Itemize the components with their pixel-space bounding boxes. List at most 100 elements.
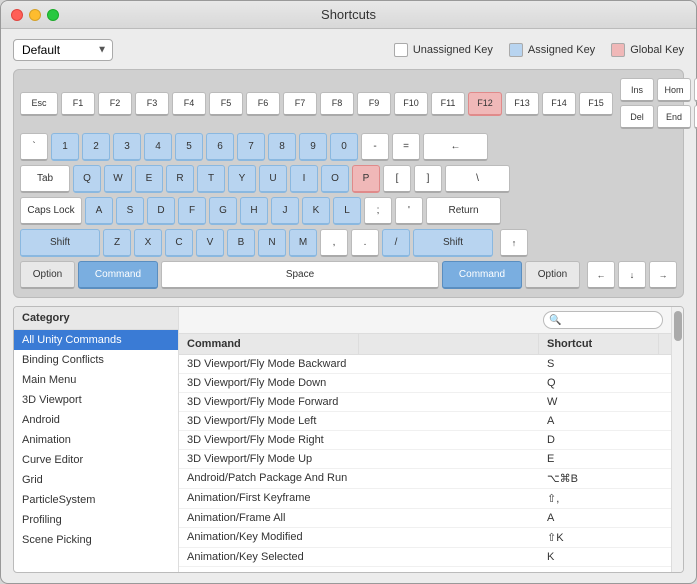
key-n[interactable]: N: [258, 229, 286, 257]
key-i[interactable]: I: [290, 165, 318, 193]
sidebar-item[interactable]: Animation: [14, 430, 178, 450]
key-f8[interactable]: F8: [320, 92, 354, 116]
key-slash[interactable]: /: [382, 229, 410, 257]
maximize-button[interactable]: [47, 9, 59, 21]
key-return[interactable]: Return: [426, 197, 501, 225]
key-loption[interactable]: Option: [20, 261, 75, 289]
table-row[interactable]: 3D Viewport/Fly Mode Right D: [179, 431, 671, 450]
table-row[interactable]: 3D Viewport/Fly Mode Up E: [179, 450, 671, 469]
table-row[interactable]: 3D Viewport/Fly Mode Down Q: [179, 374, 671, 393]
table-row[interactable]: Animation/Frame All A: [179, 509, 671, 528]
key-end[interactable]: End: [657, 105, 691, 129]
key-s[interactable]: S: [116, 197, 144, 225]
key-down[interactable]: ↓: [618, 261, 646, 289]
key-minus[interactable]: -: [361, 133, 389, 161]
key-1[interactable]: 1: [51, 133, 79, 161]
key-r[interactable]: R: [166, 165, 194, 193]
key-9[interactable]: 9: [299, 133, 327, 161]
key-rshift[interactable]: Shift: [413, 229, 493, 257]
key-f2[interactable]: F2: [98, 92, 132, 116]
key-a[interactable]: A: [85, 197, 113, 225]
close-button[interactable]: [11, 9, 23, 21]
key-right[interactable]: →: [649, 261, 677, 289]
key-rbracket[interactable]: ]: [414, 165, 442, 193]
key-x[interactable]: X: [134, 229, 162, 257]
sidebar-item[interactable]: ParticleSystem: [14, 490, 178, 510]
key-rcommand[interactable]: Command: [442, 261, 522, 289]
sidebar-item[interactable]: 3D Viewport: [14, 390, 178, 410]
key-home[interactable]: Hom: [657, 78, 691, 102]
key-f5[interactable]: F5: [209, 92, 243, 116]
key-t[interactable]: T: [197, 165, 225, 193]
sidebar-item[interactable]: Binding Conflicts: [14, 350, 178, 370]
sidebar-item[interactable]: Profiling: [14, 510, 178, 530]
category-sidebar[interactable]: Category All Unity CommandsBinding Confl…: [14, 307, 179, 572]
key-capslock[interactable]: Caps Lock: [20, 197, 82, 225]
key-f3[interactable]: F3: [135, 92, 169, 116]
key-f11[interactable]: F11: [431, 92, 465, 116]
table-row[interactable]: Android/Patch Package And Run ⌥⌘B: [179, 469, 671, 489]
key-f[interactable]: F: [178, 197, 206, 225]
key-g[interactable]: G: [209, 197, 237, 225]
key-space[interactable]: Space: [161, 261, 439, 289]
key-f6[interactable]: F6: [246, 92, 280, 116]
key-backslash[interactable]: \: [445, 165, 510, 193]
sidebar-item[interactable]: Grid: [14, 470, 178, 490]
key-period[interactable]: .: [351, 229, 379, 257]
key-f9[interactable]: F9: [357, 92, 391, 116]
key-3[interactable]: 3: [113, 133, 141, 161]
key-lshift[interactable]: Shift: [20, 229, 100, 257]
key-m[interactable]: M: [289, 229, 317, 257]
key-h[interactable]: H: [240, 197, 268, 225]
key-4[interactable]: 4: [144, 133, 172, 161]
key-backtick[interactable]: `: [20, 133, 48, 161]
key-e[interactable]: E: [135, 165, 163, 193]
minimize-button[interactable]: [29, 9, 41, 21]
key-7[interactable]: 7: [237, 133, 265, 161]
table-row[interactable]: Animation/Key Modified ⇧K: [179, 528, 671, 548]
key-f1[interactable]: F1: [61, 92, 95, 116]
key-c[interactable]: C: [165, 229, 193, 257]
table-row[interactable]: 3D Viewport/Fly Mode Backward S: [179, 355, 671, 374]
profile-dropdown[interactable]: Default Custom 1 Custom 2: [13, 39, 113, 61]
key-ins[interactable]: Ins: [620, 78, 654, 102]
sidebar-item[interactable]: Main Menu: [14, 370, 178, 390]
key-lcommand[interactable]: Command: [78, 261, 158, 289]
key-roption[interactable]: Option: [525, 261, 580, 289]
key-8[interactable]: 8: [268, 133, 296, 161]
key-f12[interactable]: F12: [468, 92, 502, 116]
key-backspace[interactable]: ←: [423, 133, 488, 161]
key-z[interactable]: Z: [103, 229, 131, 257]
key-q[interactable]: Q: [73, 165, 101, 193]
key-l[interactable]: L: [333, 197, 361, 225]
key-equals[interactable]: =: [392, 133, 420, 161]
key-del[interactable]: Del: [620, 105, 654, 129]
scrollbar-thumb[interactable]: [674, 311, 682, 341]
sidebar-item[interactable]: Android: [14, 410, 178, 430]
key-y[interactable]: Y: [228, 165, 256, 193]
key-b[interactable]: B: [227, 229, 255, 257]
key-left[interactable]: ←: [587, 261, 615, 289]
sidebar-item[interactable]: All Unity Commands: [14, 330, 178, 350]
table-row[interactable]: Animation/Key Selected K: [179, 548, 671, 567]
key-p[interactable]: P: [352, 165, 380, 193]
key-o[interactable]: O: [321, 165, 349, 193]
table-row[interactable]: 3D Viewport/Fly Mode Forward W: [179, 393, 671, 412]
key-d[interactable]: D: [147, 197, 175, 225]
key-f15[interactable]: F15: [579, 92, 613, 116]
key-f4[interactable]: F4: [172, 92, 206, 116]
key-2[interactable]: 2: [82, 133, 110, 161]
key-j[interactable]: J: [271, 197, 299, 225]
sidebar-item[interactable]: Curve Editor: [14, 450, 178, 470]
key-k[interactable]: K: [302, 197, 330, 225]
key-6[interactable]: 6: [206, 133, 234, 161]
right-scrollbar[interactable]: [671, 307, 683, 572]
key-semicolon[interactable]: ;: [364, 197, 392, 225]
sidebar-item[interactable]: Scene Picking: [14, 530, 178, 550]
key-up[interactable]: ↑: [500, 229, 528, 257]
key-f7[interactable]: F7: [283, 92, 317, 116]
table-row[interactable]: Animation/First Keyframe ⇧,: [179, 489, 671, 509]
key-comma[interactable]: ,: [320, 229, 348, 257]
key-f10[interactable]: F10: [394, 92, 428, 116]
key-quote[interactable]: ': [395, 197, 423, 225]
